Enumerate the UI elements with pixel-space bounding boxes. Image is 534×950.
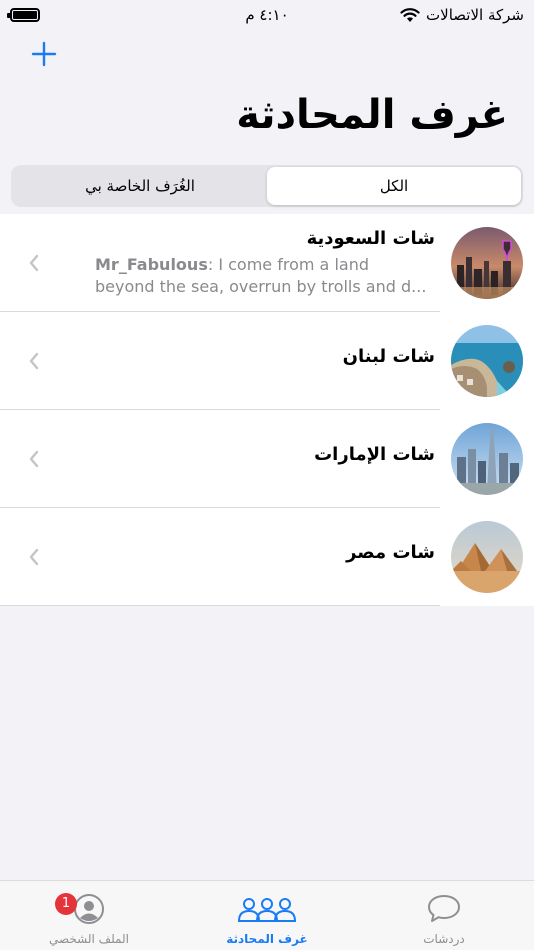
- message-line1: : I come from a land: [207, 255, 369, 274]
- message-line2: beyond the sea, overrun by trolls and d.…: [95, 277, 427, 296]
- person-circle-icon: [74, 894, 104, 924]
- message-sender: Mr_Fabulous: [95, 255, 208, 274]
- chevron-left-icon: [29, 352, 39, 370]
- row-separator: [0, 605, 440, 606]
- chevron-left-icon: [29, 450, 39, 468]
- battery-icon: [7, 8, 40, 22]
- room-title: شات لبنان: [342, 346, 435, 367]
- chat-bubble-icon: [428, 895, 460, 922]
- tab-label: الملف الشخصي: [49, 932, 129, 946]
- wifi-icon: [400, 8, 420, 22]
- notification-badge: 1: [55, 893, 77, 915]
- chevron-left-icon: [29, 254, 39, 272]
- room-row-uae[interactable]: شات الإمارات: [0, 410, 534, 508]
- page-title: غرف المحادثة: [236, 92, 508, 138]
- tab-profile[interactable]: 1 الملف الشخصي: [19, 881, 159, 950]
- people-group-icon: [237, 898, 297, 922]
- room-title: شات الإمارات: [314, 444, 435, 465]
- tab-label: دردشات: [423, 932, 465, 946]
- rooms-list: شات السعودية Mr_Fabulous: I come from a …: [0, 214, 534, 606]
- status-bar: ٤:١٠ م شركة الاتصالات: [0, 0, 534, 30]
- tab-chats[interactable]: دردشات: [374, 881, 514, 950]
- add-room-button[interactable]: [30, 40, 58, 68]
- room-last-message: Mr_Fabulous: I come from a land beyond t…: [95, 254, 435, 298]
- tab-label: غرف المحادثة: [226, 932, 308, 946]
- segmented-control: الغُرَف الخاصة بي الكل: [11, 165, 523, 207]
- room-title: شات مصر: [346, 542, 435, 563]
- tab-bar: 1 الملف الشخصي غرف المحادثة دردشات: [0, 880, 534, 950]
- room-avatar: [451, 325, 523, 397]
- chevron-left-icon: [29, 548, 39, 566]
- room-row-egypt[interactable]: شات مصر: [0, 508, 534, 606]
- room-row-lebanon[interactable]: شات لبنان: [0, 312, 534, 410]
- segment-all[interactable]: الكل: [267, 167, 521, 205]
- segment-private[interactable]: الغُرَف الخاصة بي: [13, 167, 267, 205]
- tab-rooms[interactable]: غرف المحادثة: [197, 881, 337, 950]
- plus-icon: [31, 41, 57, 67]
- room-title: شات السعودية: [306, 228, 435, 249]
- room-avatar: [451, 423, 523, 495]
- carrier-label: شركة الاتصالات: [426, 6, 524, 24]
- room-avatar: [451, 227, 523, 299]
- status-right: شركة الاتصالات: [400, 6, 524, 24]
- room-row-saudi[interactable]: شات السعودية Mr_Fabulous: I come from a …: [0, 214, 534, 312]
- room-avatar: [451, 521, 523, 593]
